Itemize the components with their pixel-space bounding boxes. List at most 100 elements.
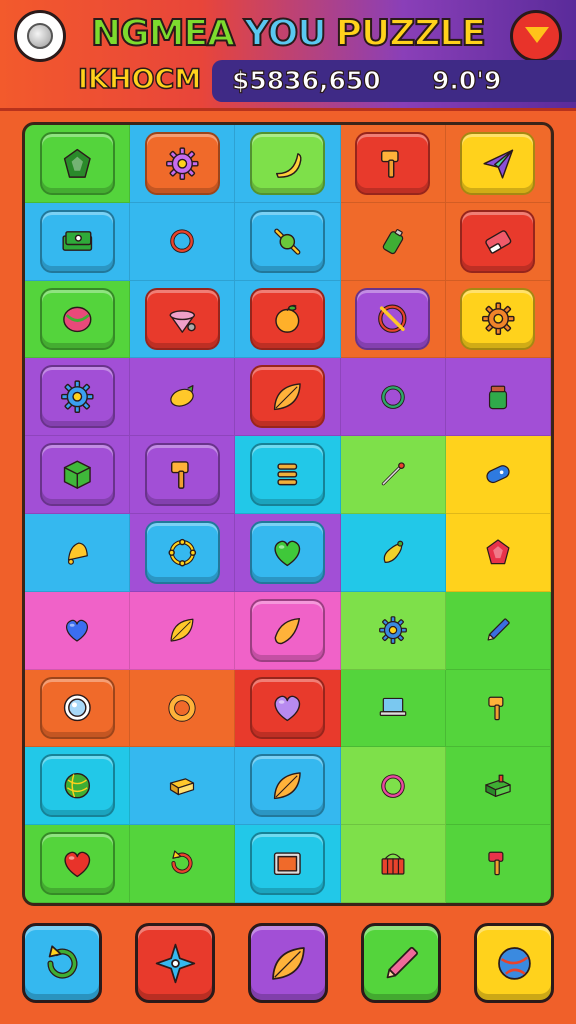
game-tile[interactable] [460,677,535,740]
board-cell[interactable] [130,591,236,670]
board-cell[interactable] [445,280,551,359]
board-cell[interactable] [130,280,236,359]
game-tile[interactable] [460,209,536,273]
game-tile[interactable] [144,443,220,507]
game-tile[interactable] [355,599,430,662]
game-tile[interactable] [460,443,535,506]
game-tile[interactable] [355,131,431,195]
game-tile[interactable] [145,210,220,273]
game-tile[interactable] [145,754,220,817]
board-cell[interactable] [340,747,446,826]
board-cell[interactable] [130,436,236,514]
game-tile[interactable] [39,209,115,273]
game-tile[interactable] [39,443,115,507]
game-tile[interactable] [355,677,430,740]
game-tile[interactable] [355,754,430,817]
game-tile[interactable] [355,210,430,273]
board-cell[interactable] [25,825,131,903]
board-cell[interactable] [25,669,131,748]
game-tile[interactable] [249,209,325,273]
game-tile[interactable] [460,521,535,584]
board-cell[interactable] [235,514,341,592]
game-tile[interactable] [249,365,325,429]
board-cell[interactable] [445,125,551,203]
game-tile[interactable] [40,521,115,584]
game-tile[interactable] [144,287,220,351]
board-cell[interactable] [25,280,131,359]
game-tile[interactable] [145,832,220,895]
favorites-button[interactable] [510,10,562,62]
game-tile[interactable] [249,832,325,896]
board-cell[interactable] [130,202,236,281]
game-tile[interactable] [460,365,535,428]
board-cell[interactable] [445,669,551,748]
game-tile[interactable] [355,832,430,895]
game-tile[interactable] [249,598,325,662]
board-cell[interactable] [235,202,341,281]
board-cell[interactable] [340,125,446,203]
board-cell[interactable] [445,747,551,826]
game-tile[interactable] [145,365,220,428]
game-tile[interactable] [249,443,325,507]
game-tile[interactable] [355,287,431,351]
game-tile[interactable] [249,754,325,818]
board-cell[interactable] [25,436,131,514]
board-cell[interactable] [445,436,551,514]
board-cell[interactable] [445,358,551,437]
board-cell[interactable] [340,825,446,903]
game-tile[interactable] [39,365,115,429]
powerup-shuffle-button[interactable] [22,923,102,1003]
game-tile[interactable] [249,520,325,584]
powerup-globe-button[interactable] [474,923,554,1003]
game-tile[interactable] [39,287,115,351]
board-cell[interactable] [235,747,341,826]
board-cell[interactable] [235,358,341,437]
game-tile[interactable] [39,832,115,896]
game-tile[interactable] [460,287,536,351]
board-cell[interactable] [235,825,341,903]
menu-button[interactable] [14,10,66,62]
board-cell[interactable] [235,125,341,203]
powerup-leaf-button[interactable] [248,923,328,1003]
game-tile[interactable] [355,365,430,428]
game-tile[interactable] [249,676,325,740]
board-cell[interactable] [25,514,131,592]
board-cell[interactable] [25,591,131,670]
board-cell[interactable] [445,825,551,903]
game-tile[interactable] [39,676,115,740]
game-tile[interactable] [460,599,535,662]
game-tile[interactable] [460,131,536,195]
board-cell[interactable] [235,669,341,748]
game-tile[interactable] [249,287,325,351]
game-tile[interactable] [145,599,220,662]
board-cell[interactable] [340,669,446,748]
board-cell[interactable] [340,280,446,359]
game-tile[interactable] [460,832,535,895]
board-cell[interactable] [25,747,131,826]
game-tile[interactable] [249,131,325,195]
game-tile[interactable] [355,521,430,584]
game-tile[interactable] [355,443,430,506]
board-cell[interactable] [25,358,131,437]
board-cell[interactable] [340,358,446,437]
board-cell[interactable] [130,514,236,592]
board-cell[interactable] [130,125,236,203]
game-tile[interactable] [144,520,220,584]
board-cell[interactable] [445,591,551,670]
powerup-pencil-button[interactable] [361,923,441,1003]
board-cell[interactable] [340,202,446,281]
game-tile[interactable] [40,599,115,662]
board-cell[interactable] [130,669,236,748]
board-cell[interactable] [445,202,551,281]
powerup-star-button[interactable] [135,923,215,1003]
board-cell[interactable] [340,591,446,670]
game-tile[interactable] [144,131,220,195]
board-cell[interactable] [130,747,236,826]
board-cell[interactable] [340,436,446,514]
game-tile[interactable] [39,754,115,818]
board-cell[interactable] [130,358,236,437]
board-cell[interactable] [340,514,446,592]
game-tile[interactable] [39,131,115,195]
board-cell[interactable] [25,202,131,281]
game-tile[interactable] [460,754,535,817]
